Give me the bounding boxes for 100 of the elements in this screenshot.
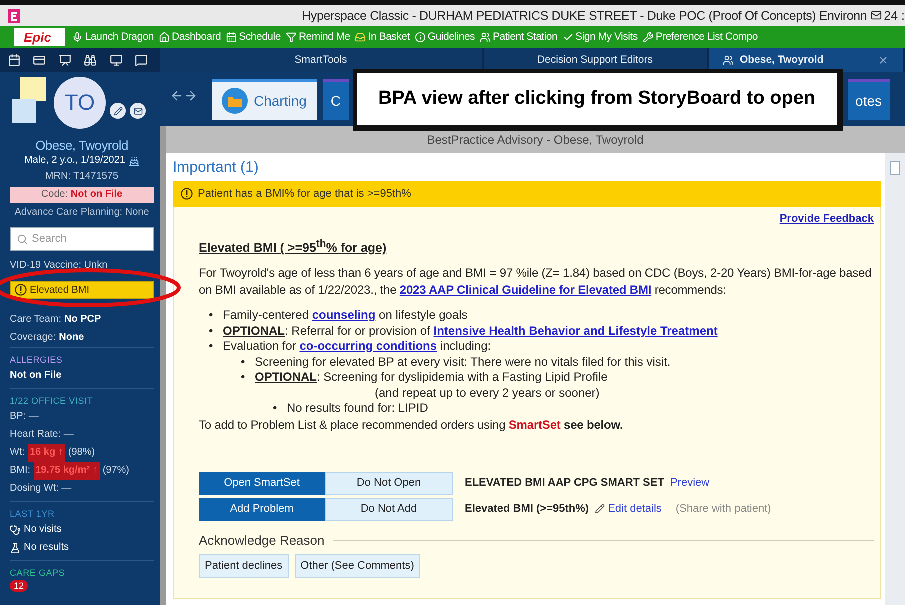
folder-icon (222, 88, 248, 114)
preview-link[interactable]: Preview (670, 477, 710, 490)
advisory-heading: Elevated BMI ( >=95$^{th}$% for age) (199, 239, 388, 256)
chart-board-icon[interactable] (58, 54, 72, 66)
count-badge: 12 (10, 580, 28, 592)
toolbar-button[interactable]: Launch Dragon (72, 31, 154, 43)
workspace-tab[interactable]: C (322, 79, 350, 120)
close-icon[interactable] (878, 54, 890, 66)
edit-icon[interactable] (110, 103, 126, 119)
sidebar-text: Care Team: No PCP (10, 313, 102, 327)
patient-avatar: TO (54, 77, 106, 129)
sidebar-text: BP: — (10, 410, 40, 424)
bullet-marker: • (273, 401, 278, 417)
message-count: 24 : (884, 8, 905, 22)
checkmark-icon (562, 32, 574, 42)
abnormal-value: 19.75 kg/m² ↑ (34, 462, 100, 480)
section-heading: 1/22 OFFICE VISIT (10, 395, 94, 408)
warning-banner: Patient has a BMI% for age that is >=95th% (173, 181, 881, 207)
microphone-icon (72, 32, 84, 42)
demographics-text: Male, 2 y.o., 1/19/2021 (24, 154, 126, 168)
toolbar-button[interactable]: Patient Station (480, 31, 558, 43)
calendar-icon[interactable] (8, 54, 21, 66)
filter-icon (286, 32, 297, 42)
workspace-tab[interactable]: otes (848, 79, 890, 120)
monitor-icon[interactable] (110, 54, 123, 66)
workspace-tab[interactable]: Charting (212, 79, 317, 120)
inbox-icon (355, 32, 366, 42)
toolbar-button[interactable]: In Basket (355, 31, 410, 43)
code-status: Code: Not on File (10, 187, 154, 203)
bullet-text: OPTIONAL: Referral for or provision of Intensive Health Behavior and Lifestyle Treatment (223, 324, 718, 340)
app-tab[interactable]: SmartTools (160, 48, 482, 72)
share-text: (Share with patient) (676, 503, 772, 516)
epic-logo[interactable]: Epic (14, 28, 66, 46)
mail-icon (871, 10, 882, 21)
section-heading: ALLERGIES (10, 354, 64, 367)
binoculars-icon[interactable] (84, 54, 98, 66)
mail-icon[interactable] (130, 103, 146, 119)
abnormal-value: 16 kg ↑ (28, 444, 66, 462)
bullet-marker: • (209, 308, 214, 324)
stethoscope-icon (10, 524, 21, 536)
alert-badge[interactable]: Elevated BMI (10, 281, 154, 299)
house-icon (159, 32, 170, 42)
section-heading: CARE GAPS (10, 567, 66, 580)
edit-link[interactable]: Edit details (595, 503, 662, 516)
forward-icon[interactable] (184, 89, 198, 103)
reason-button[interactable]: Patient declines (199, 554, 289, 578)
vital-label: Wt: (10, 446, 25, 460)
toolbar-button[interactable]: Remind Me (286, 31, 350, 43)
toolbar-button[interactable]: Dashboard (159, 31, 222, 43)
calendar-icon (226, 32, 238, 42)
bullet-note: (and repeat up to every 2 years or sooner) (375, 386, 600, 402)
bullet-marker: • (209, 339, 214, 355)
app-logo (8, 8, 20, 22)
wrench-icon (642, 32, 654, 42)
decline-button[interactable]: Do Not Open (325, 472, 453, 495)
search-icon (17, 234, 28, 244)
toolbar-button[interactable]: Schedule (226, 31, 281, 43)
action-button[interactable]: Add Problem (199, 498, 325, 521)
advance-care-text: Advance Care Planning: None (14, 206, 150, 220)
order-name: Elevated BMI (>=95th%) (465, 503, 590, 516)
bullet-text: Evaluation for co-occurring conditions including: (223, 339, 492, 355)
window-title: Hyperspace Classic - DURHAM PEDIATRICS DUKE STREET - Duke POC (Proof Of Concepts) Environn (302, 8, 868, 22)
warning-icon (181, 188, 193, 200)
toolbar-button[interactable]: Sign My Visits (562, 31, 638, 43)
link[interactable]: 2023 AAP Clinical Guideline for Elevated BMI (400, 283, 652, 298)
people-icon (480, 32, 492, 42)
percentile-text: (98%) (68, 446, 96, 460)
instruction-text: To add to Problem List & place recommended orders using SmartSet see below. (199, 416, 624, 434)
speech-bubble-icon[interactable] (135, 54, 148, 66)
sidebar-text: Heart Rate: — (10, 428, 75, 442)
link[interactable]: counseling (312, 308, 376, 322)
people-icon (722, 54, 734, 66)
sidebar-text: No visits (24, 523, 62, 537)
warning-icon (15, 284, 27, 296)
advisory-paragraph: For Twoyrold's age of less than 6 years of age and BMI = 97 %ile (Z= 1.84) based on CDC (Boys, 2-20 Years) BMI-for-age based on BMI available as of 1/22/2023., the 2023 AAP Clinical Guideline for Elevated BMI recommends: (199, 265, 873, 300)
card-icon[interactable] (33, 54, 46, 66)
bullet-marker: • (241, 370, 246, 386)
link[interactable]: co-occurring conditions (300, 339, 438, 354)
app-tab[interactable]: Obese, Twoyrold (708, 48, 904, 72)
vital-label: BMI: (10, 464, 31, 478)
bullet-text: OPTIONAL: Screening for dyslipidemia with a Fasting Lipid Profile (255, 370, 608, 386)
toolbar-button[interactable]: Preference List Compo (642, 31, 758, 43)
mrn-text: MRN: T1471575 (44, 170, 120, 184)
sidebar-text: Dosing Wt: — (10, 482, 73, 496)
acknowledge-title: Acknowledge Reason (199, 532, 325, 548)
reason-button[interactable]: Other (See Comments) (294, 554, 420, 578)
toolbar-button[interactable]: Guidelines (414, 31, 476, 43)
action-button[interactable]: Open SmartSet (199, 472, 325, 495)
decline-button[interactable]: Do Not Add (325, 498, 453, 521)
info-icon (414, 32, 426, 42)
section-heading: LAST 1YR (10, 508, 56, 521)
order-name: ELEVATED BMI AAP CPG SMART SET (465, 477, 664, 490)
sidebar-text: No results (24, 541, 70, 555)
feedback-link[interactable]: Provide Feedback (780, 213, 874, 225)
annotation-callout: BPA view after clicking from StoryBoard to open (353, 69, 843, 131)
back-icon[interactable] (170, 89, 184, 103)
vaccine-text: VID-19 Vaccine: Unkn (10, 259, 109, 273)
flask-icon (10, 542, 21, 554)
bullet-text: No results found for: LIPID (287, 401, 428, 417)
link[interactable]: Intensive Health Behavior and Lifestyle Treatment (434, 324, 718, 338)
